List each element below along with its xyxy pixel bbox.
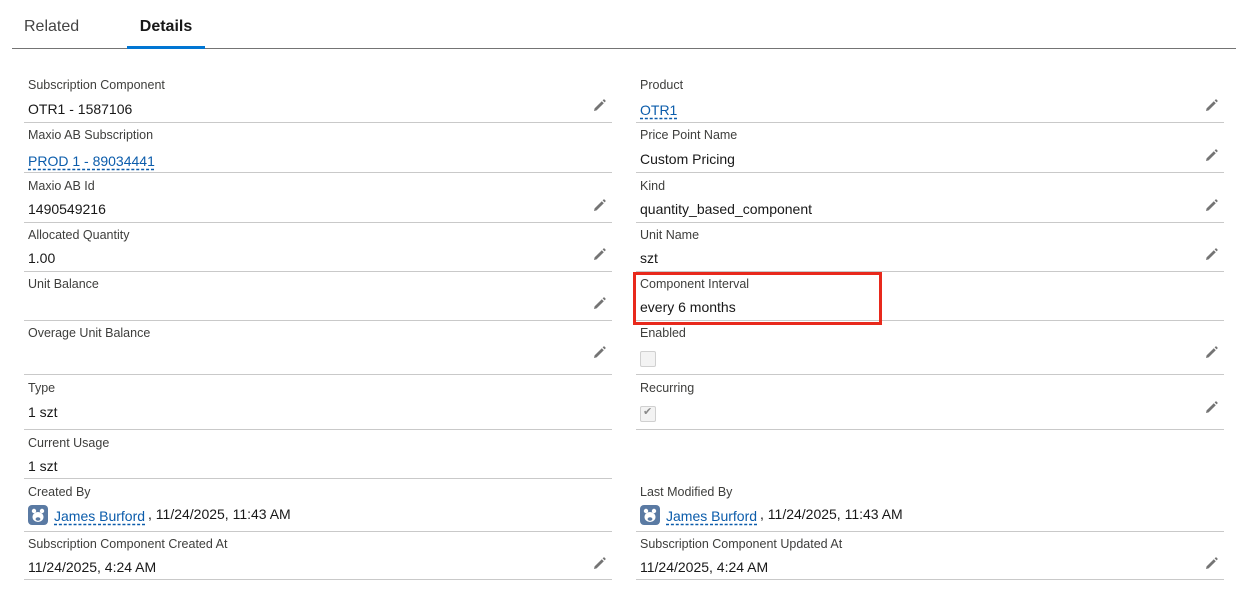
field-type: Type 1 szt — [24, 376, 612, 430]
pencil-icon[interactable] — [592, 557, 606, 571]
pencil-icon[interactable] — [1204, 248, 1218, 262]
field-label: Subscription Component — [28, 78, 165, 92]
created-by-user-link[interactable]: James Burford — [54, 508, 145, 524]
field-value: 1490549216 — [28, 201, 106, 217]
field-price-point-name: Price Point Name Custom Pricing — [636, 124, 1224, 173]
last-modified-by-date: , 11/24/2025, 11:43 AM — [760, 506, 903, 522]
field-value: every 6 months — [640, 299, 736, 315]
field-value: 1.00 — [28, 250, 56, 266]
field-overage-unit-balance: Overage Unit Balance — [24, 322, 612, 375]
field-created-by: Created By James Burford , 11/24/2025, 1… — [24, 480, 612, 532]
field-maxio-ab-subscription: Maxio AB Subscription PROD 1 - 89034441 — [24, 124, 612, 173]
field-value: 1 szt — [28, 458, 58, 474]
field-value: Custom Pricing — [640, 151, 735, 167]
subscription-link[interactable]: PROD 1 - 89034441 — [28, 153, 155, 169]
field-label: Component Interval — [640, 277, 750, 291]
field-component-interval: Component Interval every 6 months — [636, 273, 1224, 321]
pencil-icon[interactable] — [592, 99, 606, 113]
product-link[interactable]: OTR1 — [640, 102, 677, 118]
field-value: OTR1 - 1587106 — [28, 101, 133, 117]
field-label: Allocated Quantity — [28, 228, 130, 242]
field-subscription-component: Subscription Component OTR1 - 1587106 — [24, 74, 612, 123]
field-label: Enabled — [640, 326, 686, 340]
field-label: Product — [640, 78, 684, 92]
field-updated-at: Subscription Component Updated At 11/24/… — [636, 533, 1224, 580]
field-value: quantity_based_component — [640, 201, 813, 217]
last-modified-by-user-link[interactable]: James Burford — [666, 508, 757, 524]
pencil-icon[interactable] — [592, 248, 606, 262]
field-maxio-ab-id: Maxio AB Id 1490549216 — [24, 175, 612, 223]
field-label: Unit Balance — [28, 277, 99, 291]
field-value: szt — [640, 250, 658, 266]
field-product: Product OTR1 — [636, 74, 1224, 123]
field-label: Overage Unit Balance — [28, 326, 151, 340]
field-label: Current Usage — [28, 436, 110, 450]
field-label: Last Modified By — [640, 485, 733, 499]
pencil-icon[interactable] — [1204, 346, 1218, 360]
field-label: Kind — [640, 179, 666, 193]
recurring-checkbox[interactable]: ✔ — [640, 406, 656, 422]
tab-related[interactable]: Related — [24, 18, 79, 36]
pencil-icon[interactable] — [1204, 199, 1218, 213]
pencil-icon[interactable] — [592, 297, 606, 311]
user-avatar-icon — [28, 505, 48, 525]
checkmark-icon: ✔ — [643, 406, 653, 418]
field-value: 1 szt — [28, 404, 58, 420]
field-unit-balance: Unit Balance — [24, 273, 612, 321]
field-label: Subscription Component Created At — [28, 537, 228, 551]
field-label: Maxio AB Subscription — [28, 128, 154, 142]
field-enabled: Enabled — [636, 322, 1224, 375]
field-last-modified-by: Last Modified By James Burford , 11/24/2… — [636, 480, 1224, 532]
field-label: Created By — [28, 485, 91, 499]
pencil-icon[interactable] — [592, 199, 606, 213]
tab-bar: Related Details — [12, 0, 1236, 49]
field-value: 11/24/2025, 4:24 AM — [28, 559, 157, 575]
enabled-checkbox[interactable] — [640, 351, 656, 367]
field-label: Subscription Component Updated At — [640, 537, 843, 551]
pencil-icon[interactable] — [1204, 557, 1218, 571]
pencil-icon[interactable] — [1204, 401, 1218, 415]
field-label: Unit Name — [640, 228, 700, 242]
field-kind: Kind quantity_based_component — [636, 175, 1224, 223]
tab-details[interactable]: Details — [127, 18, 205, 49]
field-value: 11/24/2025, 4:24 AM — [640, 559, 769, 575]
field-recurring: Recurring ✔ — [636, 376, 1224, 430]
created-by-date: , 11/24/2025, 11:43 AM — [148, 506, 291, 522]
field-label: Recurring — [640, 381, 695, 395]
field-allocated-quantity: Allocated Quantity 1.00 — [24, 224, 612, 272]
field-label: Price Point Name — [640, 128, 738, 142]
pencil-icon[interactable] — [1204, 99, 1218, 113]
field-unit-name: Unit Name szt — [636, 224, 1224, 272]
field-created-at: Subscription Component Created At 11/24/… — [24, 533, 612, 580]
field-label: Type — [28, 381, 56, 395]
field-current-usage: Current Usage 1 szt — [24, 431, 612, 479]
field-label: Maxio AB Id — [28, 179, 95, 193]
pencil-icon[interactable] — [592, 346, 606, 360]
pencil-icon[interactable] — [1204, 149, 1218, 163]
user-avatar-icon — [640, 505, 660, 525]
